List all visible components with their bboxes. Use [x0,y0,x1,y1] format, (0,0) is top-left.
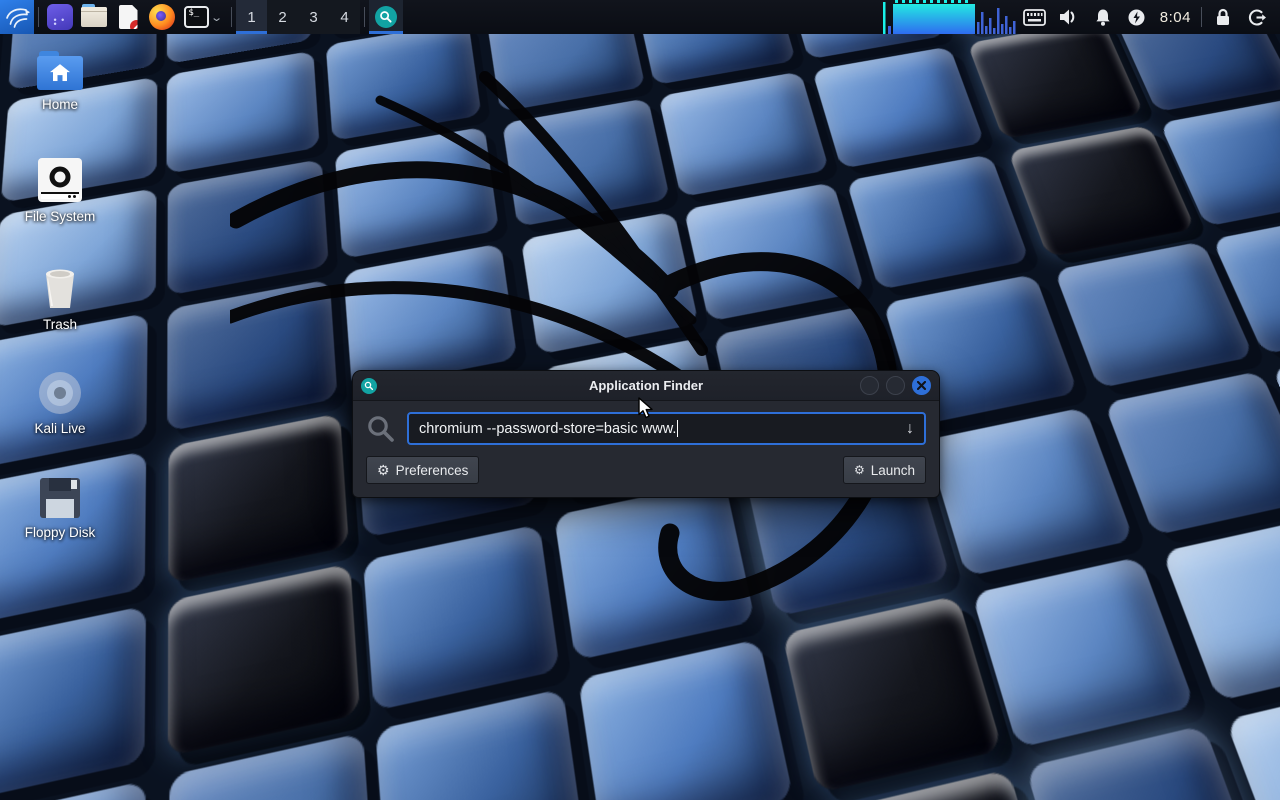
text-editor-icon [118,5,138,29]
text-caret [677,420,679,437]
wallpaper-cube [967,19,1145,140]
hard-drive-icon [38,158,82,202]
floppy-disk-icon [40,478,80,518]
mouse-cursor [638,397,653,419]
workspace-4-button[interactable]: 4 [329,0,360,34]
chevron-down-icon: ⌄ [210,11,224,24]
close-icon [917,381,926,390]
wallpaper-cube [971,556,1197,749]
desktop-icon-label: File System [24,209,96,224]
app-finder-taskbar-button[interactable] [369,0,403,34]
panel-separator [1201,7,1202,27]
search-input-value: chromium --password-store=basic www. [419,420,677,437]
desktop-icon-label: Floppy Disk [24,525,96,540]
top-panel: • • • $_ ⌄ 1 2 3 4 8:04 [0,0,1280,34]
launch-gear-icon: ⚙ [853,463,865,477]
active-workspace-indicator [236,31,267,34]
workspace-3-button[interactable]: 3 [298,0,329,34]
wallpaper-cube [1104,370,1280,536]
minimize-button[interactable] [860,376,879,395]
wallpaper-cube [0,605,148,800]
maximize-button[interactable] [886,376,905,395]
keyboard-indicator[interactable] [1018,0,1052,34]
screen-lock-button[interactable] [1206,0,1240,34]
panel-separator [38,7,39,27]
power-icon [1128,9,1145,25]
terminal-window-icon: • • • [47,4,73,30]
kali-dragon-icon [6,8,30,28]
wallpaper-cube [925,406,1136,577]
panel-clock[interactable]: 8:04 [1154,9,1197,26]
magnifier-icon [375,6,397,28]
keyboard-icon [1023,8,1047,26]
panel-separator [364,7,365,27]
window-title: Application Finder [588,378,704,393]
trash-bin-icon [46,269,74,308]
volume-icon [1059,9,1075,25]
terminal-dropdown-launcher[interactable]: $_ ⌄ [179,0,227,34]
wallpaper-cube [1008,124,1197,258]
desktop-icon-label: Kali Live [34,421,86,436]
logout-icon [1248,8,1266,26]
volume-indicator[interactable] [1052,0,1086,34]
desktop-icon-kali-live[interactable]: Kali Live [10,372,110,436]
desktop-icon-floppy-disk[interactable]: Floppy Disk [10,478,110,540]
search-input[interactable]: chromium --password-store=basic www. ↓ [407,412,926,445]
app-finder-window-icon [361,377,377,394]
active-app-indicator [369,31,403,34]
kali-dragon-silhouette [230,71,930,601]
workspace-1-button[interactable]: 1 [236,0,267,34]
preferences-button[interactable]: ⚙ Preferences [366,456,480,484]
desktop-icon-label: Trash [42,317,77,332]
terminal-launcher[interactable]: • • • [43,0,77,34]
disc-icon [39,372,81,414]
file-manager-launcher[interactable] [77,0,111,34]
desktop-icon-trash[interactable]: Trash [10,266,110,332]
desktop-icon-home[interactable]: Home [10,51,110,112]
desktop-screen: • • • $_ ⌄ 1 2 3 4 8:04 Home File System… [0,0,1280,800]
system-monitor-graph[interactable] [882,0,1018,34]
power-manager-indicator[interactable] [1120,0,1154,34]
desktop-icon-label: Home [41,97,78,112]
wallpaper-cube [375,688,587,800]
notifications-indicator[interactable] [1086,0,1120,34]
home-folder-icon [37,51,83,90]
wallpaper-cube [578,639,794,800]
close-button[interactable] [912,376,931,395]
preferences-button-label: Preferences [395,462,469,478]
gear-icon: ⚙ [377,462,390,478]
bell-icon [1096,9,1110,26]
lock-icon [1217,8,1229,25]
launch-button[interactable]: ⚙ Launch [842,456,926,484]
kali-menu-button[interactable] [0,0,34,34]
file-manager-icon [81,4,107,27]
history-dropdown-arrow[interactable]: ↓ [906,420,914,438]
application-finder-window: Application Finder chromium --password-s… [352,370,940,498]
desktop-icon-file-system[interactable]: File System [10,158,110,224]
firefox-icon [149,4,175,30]
search-icon [368,415,394,442]
firefox-launcher[interactable] [145,0,179,34]
workspace-2-button[interactable]: 2 [267,0,298,34]
panel-separator [231,7,232,27]
launch-button-label: Launch [870,462,915,478]
text-editor-launcher[interactable] [111,0,145,34]
terminal-prompt-icon: $_ [184,6,210,28]
logout-button[interactable] [1240,0,1274,34]
